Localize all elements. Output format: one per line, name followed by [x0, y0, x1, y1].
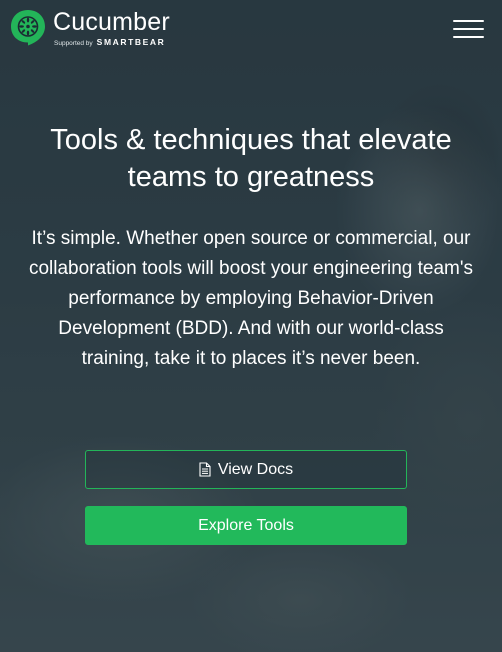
- hero-title: Tools & techniques that elevate teams to…: [50, 124, 452, 193]
- cucumber-logo[interactable]: Cucumber Supported by SMARTBEAR: [9, 8, 170, 47]
- hamburger-menu-icon[interactable]: [452, 17, 486, 43]
- logo-wordmark: Cucumber Supported by SMARTBEAR: [53, 8, 170, 47]
- explore-tools-label: Explore Tools: [198, 516, 294, 534]
- smartbear-text: SMARTBEAR: [96, 37, 166, 47]
- cucumber-logo-icon: [11, 10, 45, 46]
- hero-description: It’s simple. Whether open source or comm…: [28, 228, 474, 369]
- view-docs-button[interactable]: View Docs: [85, 450, 407, 489]
- document-icon: [199, 462, 211, 477]
- view-docs-label: View Docs: [217, 460, 294, 478]
- site-header: Cucumber Supported by SMARTBEAR: [0, 0, 502, 56]
- brand-tagline: Supported by SMARTBEAR: [54, 37, 170, 47]
- explore-tools-button[interactable]: Explore Tools: [85, 506, 407, 545]
- supported-by-text: Supported by: [54, 40, 93, 47]
- brand-name: Cucumber: [53, 8, 170, 36]
- page: Cucumber Supported by SMARTBEAR Tools & …: [0, 0, 502, 652]
